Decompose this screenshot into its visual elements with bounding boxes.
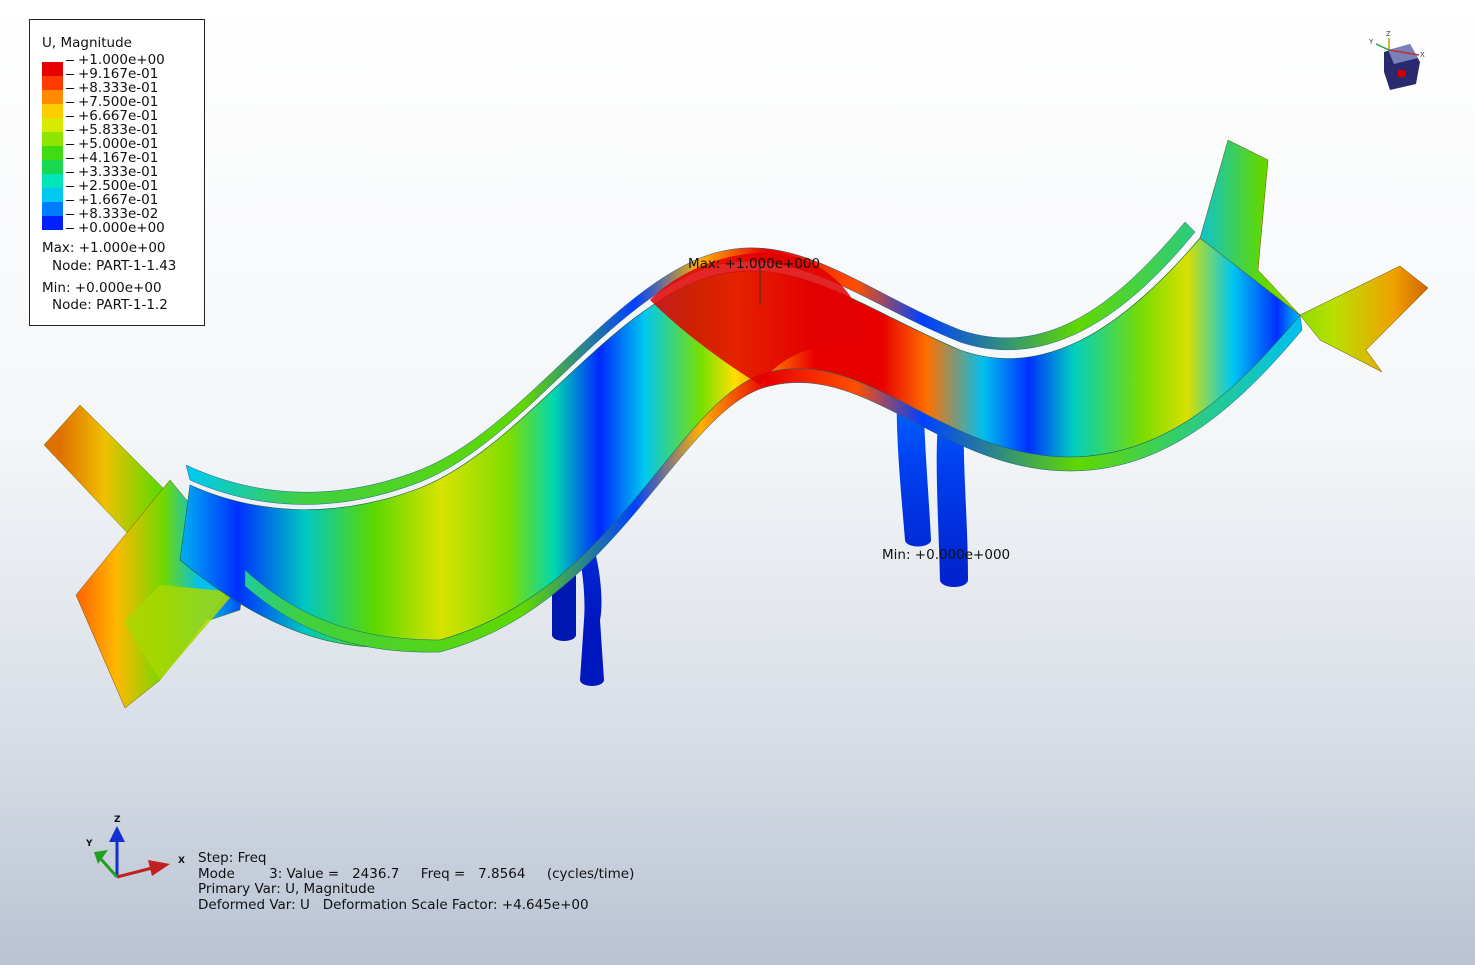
contour-legend[interactable]: U, Magnitude +1.000e+00 +9.167e-01 +8.33… xyxy=(29,19,205,326)
legend-swatch xyxy=(42,132,63,146)
legend-tick: +1.667e-01 xyxy=(66,193,165,207)
triad-y-axis xyxy=(98,856,119,879)
triad-y-arrow xyxy=(94,850,108,864)
legend-tick: +7.500e-01 xyxy=(66,95,165,109)
legend-min-node: Node: PART-1-1.2 xyxy=(52,297,168,313)
triad-label-x: X xyxy=(178,856,185,866)
legend-tick: +2.500e-01 xyxy=(66,179,165,193)
right-end-plate-lower xyxy=(1299,265,1429,373)
legend-tick: +5.000e-01 xyxy=(66,137,165,151)
legend-swatch xyxy=(42,160,63,174)
state-info-block: Step: Freq Mode 3: Value = 2436.7 Freq =… xyxy=(198,850,635,913)
legend-max-node: Node: PART-1-1.43 xyxy=(52,258,177,274)
triad-label-y: Y xyxy=(85,839,93,849)
legend-tick: +8.333e-01 xyxy=(66,81,165,95)
legend-tick: +6.667e-01 xyxy=(66,109,165,123)
legend-swatch xyxy=(42,188,63,202)
legend-ticks: +1.000e+00 +9.167e-01 +8.333e-01 +7.500e… xyxy=(66,53,165,235)
legend-swatch xyxy=(42,90,63,104)
legend-swatch xyxy=(42,174,63,188)
legend-swatch xyxy=(42,104,63,118)
legend-tick: +3.333e-01 xyxy=(66,165,165,179)
legend-tick: +1.000e+00 xyxy=(66,53,165,67)
legend-tick: +0.000e+00 xyxy=(66,221,165,235)
triad-x-arrow xyxy=(148,860,170,876)
min-annotation: Min: +0.000e+000 xyxy=(882,547,1011,563)
view-cube-label-z: Z xyxy=(1386,30,1391,38)
triad-label-z: Z xyxy=(114,815,121,825)
coordinate-triad: Z X Y xyxy=(85,815,185,879)
legend-swatch xyxy=(42,62,63,76)
legend-tick: +8.333e-02 xyxy=(66,207,165,221)
view-cube[interactable]: Y Z X xyxy=(1368,30,1425,90)
legend-title: U, Magnitude xyxy=(42,35,132,51)
triad-z-arrow xyxy=(109,826,125,842)
legend-swatch xyxy=(42,216,63,230)
max-annotation: Max: +1.000e+000 xyxy=(688,256,821,272)
legend-swatch xyxy=(42,76,63,90)
legend-swatch xyxy=(42,202,63,216)
triad-x-axis xyxy=(116,866,153,879)
model-viewport[interactable]: Y Z X Z X Y xyxy=(0,0,1475,965)
legend-min-value: Min: +0.000e+00 xyxy=(42,280,162,296)
legend-color-ramp xyxy=(42,62,63,230)
legend-swatch xyxy=(42,118,63,132)
primary-var-text: Primary Var: U, Magnitude xyxy=(198,881,376,897)
legend-tick: +9.167e-01 xyxy=(66,67,165,81)
view-cube-axis-y xyxy=(1375,43,1390,51)
legend-swatch xyxy=(42,146,63,160)
legend-tick: +5.833e-01 xyxy=(66,123,165,137)
legend-max-value: Max: +1.000e+00 xyxy=(42,240,166,256)
mode-text: Mode 3: Value = 2436.7 Freq = 7.8564 (cy… xyxy=(198,865,635,882)
view-cube-marker xyxy=(1398,70,1405,77)
legend-tick: +4.167e-01 xyxy=(66,151,165,165)
deformed-var-text: Deformed Var: U Deformation Scale Factor… xyxy=(198,896,589,913)
view-cube-label-x: X xyxy=(1420,51,1425,59)
step-text: Step: Freq xyxy=(198,850,267,866)
view-cube-label-y: Y xyxy=(1368,38,1374,46)
